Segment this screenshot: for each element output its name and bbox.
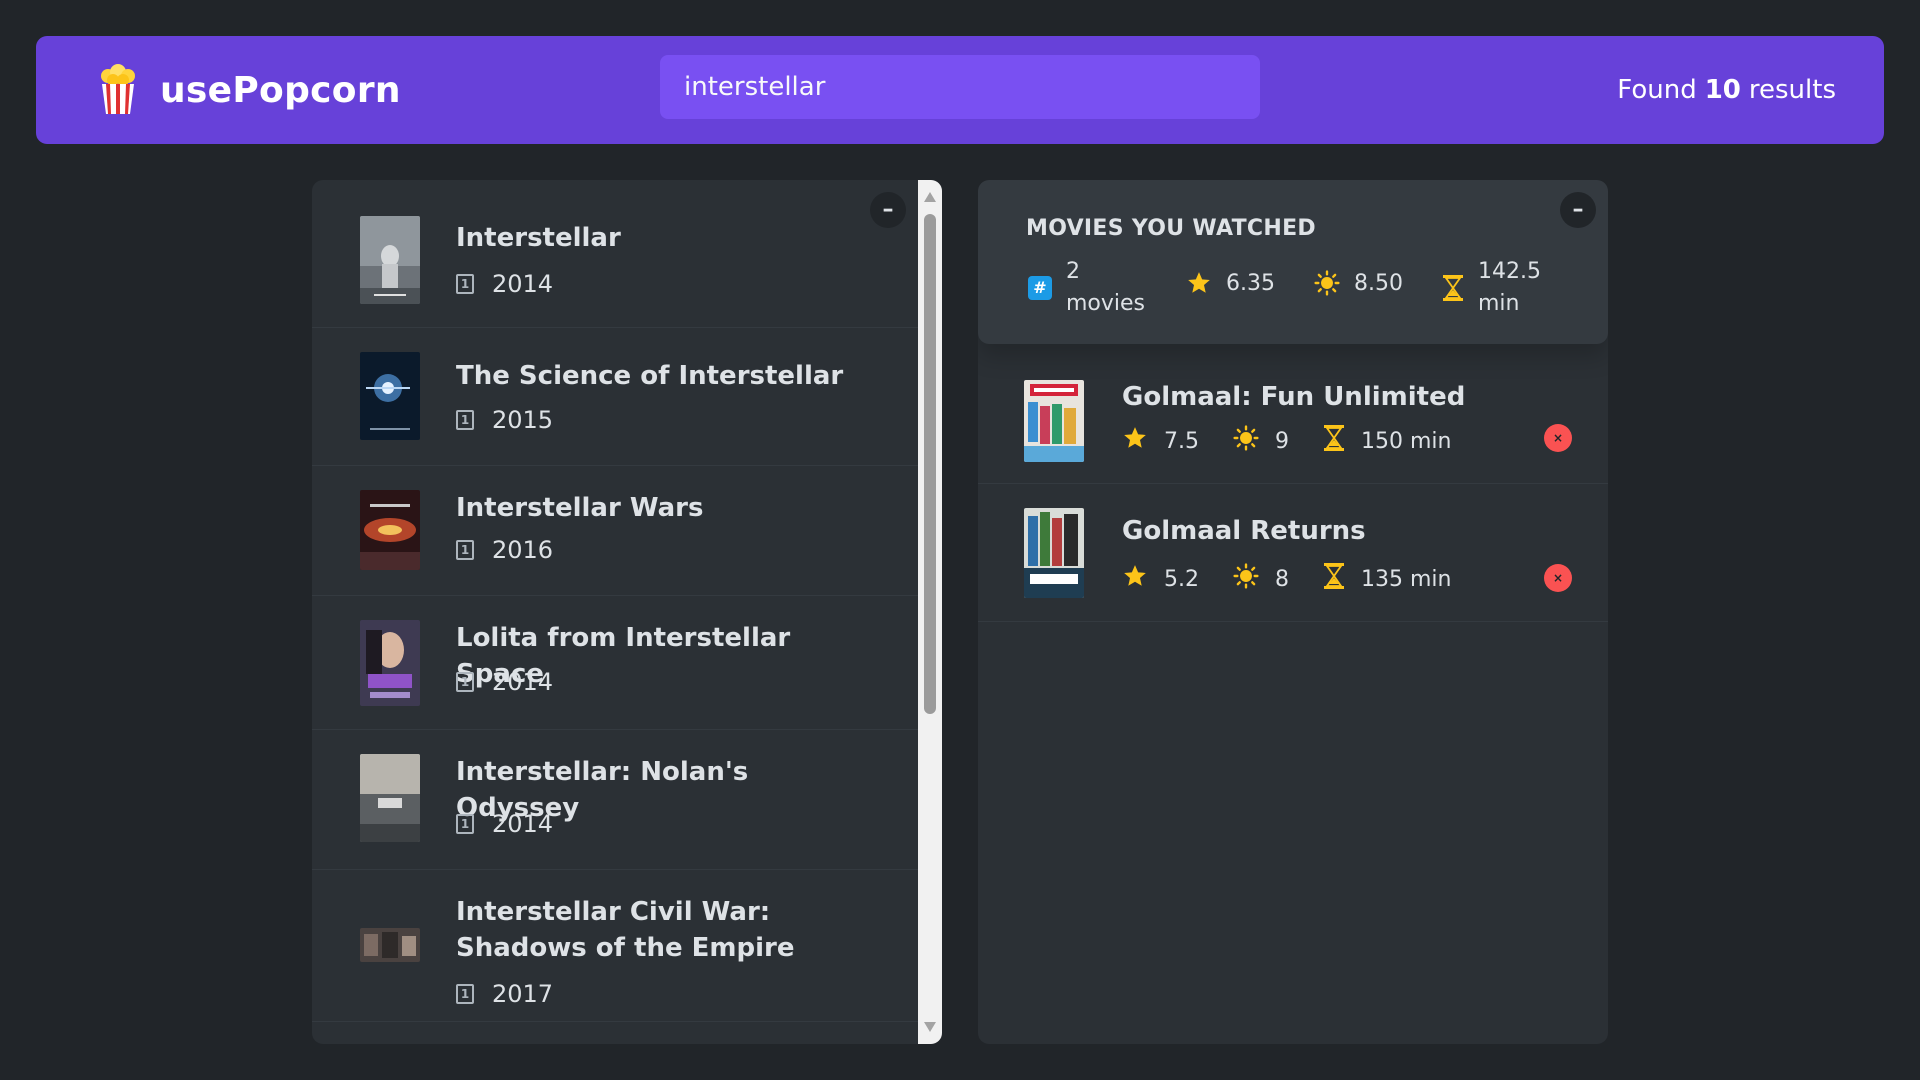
sun-icon [1314,270,1340,296]
avg-imdb-value: 6.35 [1226,270,1275,296]
movie-poster [360,352,420,440]
avg-runtime-text: 142.5 min [1478,256,1541,320]
movie-year: 1 2014 [456,668,553,696]
calendar-icon: 1 [456,540,474,560]
movie-title: Interstellar Civil War: Shadows of the E… [456,897,795,963]
movie-year: 1 2015 [456,406,553,434]
hourglass-icon [1323,424,1345,458]
movie-poster [360,928,420,962]
movie-title: Interstellar Wars [456,493,704,523]
year-value: 2016 [492,536,554,564]
movie-year: 1 2016 [456,536,553,564]
list-item[interactable]: The Science of Interstellar 1 2015 [312,328,918,466]
calendar-icon: 1 [456,410,474,430]
star-icon [1186,270,1212,296]
stat-movies-count: # 2 movies [1028,256,1145,320]
delete-watched-button[interactable]: × [1544,424,1572,452]
sun-icon [1233,425,1259,457]
results-count: Found 10 results [1617,36,1836,144]
movie-poster [360,490,420,570]
year-value: 2014 [492,810,554,838]
movie-year: 1 2017 [456,980,553,1008]
avg-user-value: 8.50 [1354,270,1403,296]
list-item[interactable]: Interstellar 1 2014 [312,180,918,328]
year-value: 2014 [492,668,554,696]
results-prefix: Found [1617,75,1697,105]
movie-title: The Science of Interstellar [456,361,844,391]
movies-count-text: 2 movies [1066,256,1145,320]
scroll-thumb[interactable] [924,214,936,714]
list-item[interactable]: Interstellar Wars 1 2016 [312,466,918,596]
imdb-rating: 7.5 [1122,425,1199,457]
star-icon [1122,425,1148,457]
summary-heading: Movies you watched [1026,216,1316,241]
movie-poster [360,216,420,304]
results-suffix: results [1748,75,1836,105]
watched-item: Golmaal: Fun Unlimited 7.5 9 150 min × [978,344,1608,484]
list-item[interactable]: Interstellar Civil War: Shadows of the E… [312,870,918,1022]
hourglass-icon [1442,274,1464,302]
scroll-down-arrow-icon[interactable] [924,1022,936,1032]
app-name: usePopcorn [160,69,401,111]
avg-runtime-value: 142.5 [1478,259,1541,284]
watched-title: Golmaal Returns [1122,516,1366,546]
star-icon [1122,563,1148,595]
watched-stats: 5.2 8 135 min [1122,562,1485,596]
results-number: 10 [1704,75,1741,105]
calendar-icon: 1 [456,274,474,294]
year-value: 2017 [492,980,554,1008]
user-value: 8 [1275,566,1289,592]
sun-icon [1233,563,1259,595]
watched-title: Golmaal: Fun Unlimited [1122,382,1466,412]
list-item[interactable]: Lolita from Interstellar Space 1 2014 [312,596,918,730]
runtime-value: 135 min [1361,566,1452,592]
movie-title: Interstellar [456,223,621,253]
movies-count-value: 2 [1066,259,1080,284]
watched-box: Movies you watched # 2 movies 6.35 [978,180,1608,1044]
watched-item: Golmaal Returns 5.2 8 135 min × [978,484,1608,622]
avg-runtime-unit: min [1478,291,1520,316]
user-rating: 9 [1233,425,1289,457]
list-item[interactable]: Interstellar: Nolan's Odyssey 1 2014 [312,730,918,870]
runtime: 135 min [1323,562,1451,596]
user-value: 9 [1275,428,1289,454]
stat-avg-user: 8.50 [1314,270,1403,296]
hash-icon: # [1028,276,1052,300]
movie-list: Interstellar 1 2014 The Science of Inter… [312,180,918,1022]
search-results-box: – Interstellar 1 2014 The Science of Int… [312,180,942,1044]
year-value: 2015 [492,406,554,434]
movie-year: 1 2014 [456,810,553,838]
runtime: 150 min [1323,424,1451,458]
movie-poster [1024,380,1084,462]
hourglass-icon [1323,562,1345,596]
popcorn-icon [101,64,135,114]
calendar-icon: 1 [456,984,474,1004]
watched-summary: Movies you watched # 2 movies 6.35 [978,180,1608,344]
calendar-icon: 1 [456,814,474,834]
movie-year: 1 2014 [456,270,553,298]
watched-stats: 7.5 9 150 min [1122,424,1485,458]
movie-poster [1024,508,1084,598]
imdb-value: 7.5 [1164,428,1199,454]
movie-poster [360,754,420,842]
user-rating: 8 [1233,563,1289,595]
scroll-up-arrow-icon[interactable] [924,192,936,202]
stat-avg-imdb: 6.35 [1186,270,1275,296]
stat-avg-runtime: 142.5 min [1442,256,1541,320]
results-scrollbar[interactable] [918,180,942,1044]
navbar: usePopcorn Found 10 results [36,36,1884,144]
watched-list: Golmaal: Fun Unlimited 7.5 9 150 min × G… [978,344,1608,622]
logo: usePopcorn [96,36,401,144]
imdb-rating: 5.2 [1122,563,1199,595]
collapse-watched-button[interactable]: – [1560,192,1596,228]
collapse-results-button[interactable]: – [870,192,906,228]
search-input[interactable] [660,55,1260,119]
imdb-value: 5.2 [1164,566,1199,592]
runtime-value: 150 min [1361,428,1452,454]
movies-count-word: movies [1066,291,1146,316]
calendar-icon: 1 [456,672,474,692]
year-value: 2014 [492,270,554,298]
movie-poster [360,620,420,706]
delete-watched-button[interactable]: × [1544,564,1572,592]
